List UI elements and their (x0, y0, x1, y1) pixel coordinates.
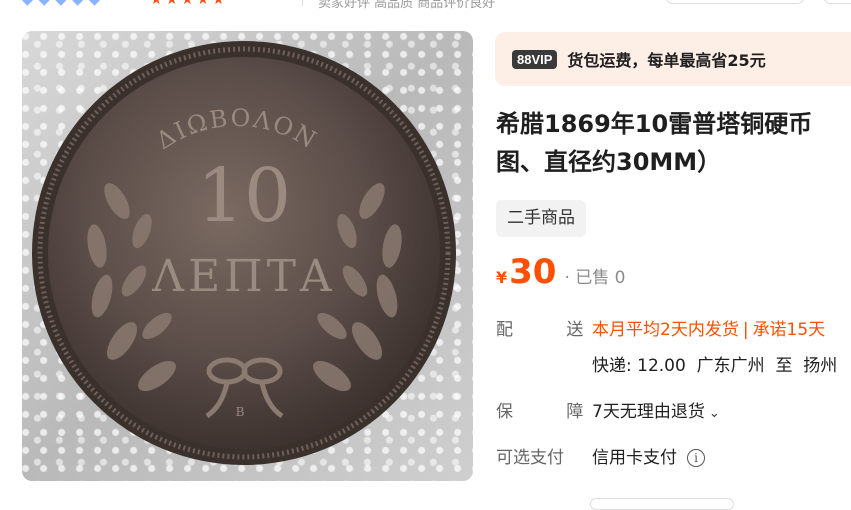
sold-count: · 已售 0 (564, 268, 626, 288)
payment-row[interactable]: 可选支付 信用卡支付 i (496, 443, 705, 468)
product-title: 希腊1869年10雷普塔铜硬币 图、直径约30MM） (496, 105, 851, 181)
payment-label: 可选支付 (496, 448, 564, 468)
vip-badge: 88VIP (512, 49, 558, 69)
info-icon[interactable]: i (687, 449, 705, 467)
express-fee: 快递: 12.00 (592, 356, 686, 376)
product-image[interactable]: ΔΙΩΒΟΛΟΝ 10 ΛΕΠΤΑ B (22, 31, 473, 481)
payment-value[interactable]: 信用卡支付 i (592, 443, 705, 468)
chevron-down-icon: ⌄ (708, 406, 720, 421)
condition-tag: 二手商品 (496, 200, 586, 237)
vip-text: 货包运费，每单最高省25元 (567, 51, 766, 70)
price-block: ¥ 30 · 已售 0 (496, 252, 626, 296)
seller-level-icons: ◆◆◆◆◆ (22, 0, 106, 8)
seller-meta: 卖家好评 高品质 商品评价良好 (318, 0, 496, 10)
payment-text: 信用卡支付 (592, 448, 677, 468)
price-value: 30 (509, 252, 557, 292)
divider (302, 0, 303, 6)
delivery-row: 配 送 本月平均2天内发货 | 承诺15天 (496, 315, 825, 340)
guarantee-value[interactable]: 7天无理由退货 ⌄ (592, 397, 720, 422)
top-button[interactable] (665, 0, 805, 4)
guarantee-text: 7天无理由退货 (592, 402, 705, 422)
coin-value: 10 (197, 153, 291, 239)
rating-strip: ◆◆◆◆◆ ★★★★★ 卖家好评 高品质 商品评价良好 (0, 0, 851, 10)
delivery-promise: 本月平均2天内发货 | 承诺15天 (592, 315, 825, 340)
delivery-promise-text: 本月平均2天内发货 (592, 320, 739, 340)
ship-to-word: 至 (775, 356, 793, 376)
rating-stars: ★★★★★ (150, 0, 228, 8)
ship-destination[interactable]: 扬州 (803, 356, 837, 376)
currency-symbol: ¥ (496, 268, 508, 287)
mint-mark: B (236, 405, 245, 419)
title-line-2: 图、直径约30MM） (496, 148, 722, 176)
guarantee-label: 保 障 (496, 402, 608, 422)
express-info: 快递: 12.00 广东广州 至 扬州 (592, 351, 837, 376)
title-line-1: 希腊1869年10雷普塔铜硬币 (496, 110, 813, 138)
top-button-2[interactable] (823, 0, 851, 4)
delivery-promise-2: 承诺15天 (752, 320, 826, 340)
coin-unit: ΛΕΠΤΑ (151, 251, 335, 302)
bottom-button[interactable] (590, 498, 734, 510)
ship-from: 广东广州 (696, 356, 765, 376)
delivery-label: 配 送 (496, 320, 608, 340)
coin-image: ΔΙΩΒΟΛΟΝ 10 ΛΕΠΤΑ B (32, 41, 456, 465)
vip-banner[interactable]: 88VIP 货包运费，每单最高省25元 (495, 32, 851, 86)
guarantee-row[interactable]: 保 障 7天无理由退货 ⌄ (496, 397, 720, 422)
divider: | (742, 320, 749, 340)
